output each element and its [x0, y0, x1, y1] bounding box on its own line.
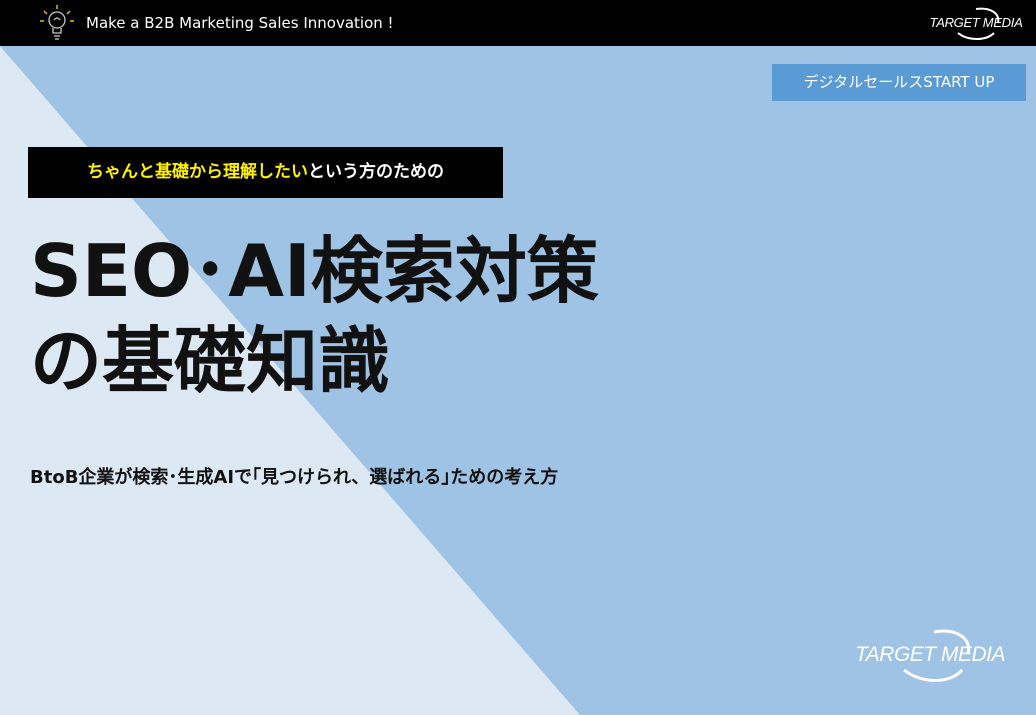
slide-page: Make a B2B Marketing Sales Innovation ! …	[0, 0, 1036, 715]
target-media-logo-bottom: TARGET MEDIA	[852, 626, 1008, 684]
title-line-2: の基礎知識	[30, 319, 391, 403]
lead-highlight-text: ちゃんと基礎から理解したい	[87, 162, 308, 182]
title-line-1: SEO･AI検索対策	[30, 229, 599, 313]
target-media-logo-top: TARGET MEDIA	[928, 5, 1024, 43]
lead-rest-text: という方のための	[308, 162, 444, 182]
lightbulb-icon	[40, 5, 74, 40]
header-tagline: Make a B2B Marketing Sales Innovation !	[86, 14, 394, 32]
logo-bottom-text: TARGET MEDIA	[855, 643, 1005, 666]
top-bar: Make a B2B Marketing Sales Innovation ! …	[0, 0, 1036, 46]
subtitle: BtoB企業が検索･生成AIで｢見つけられ、選ばれる｣ための考え方	[30, 467, 559, 488]
logo-top-text: TARGET MEDIA	[929, 15, 1023, 30]
series-label-badge: デジタルセールスSTART UP	[772, 64, 1026, 101]
page-title: SEO･AI検索対策 の基礎知識	[30, 226, 790, 406]
lead-banner: ちゃんと基礎から理解したいという方のための	[28, 147, 503, 198]
